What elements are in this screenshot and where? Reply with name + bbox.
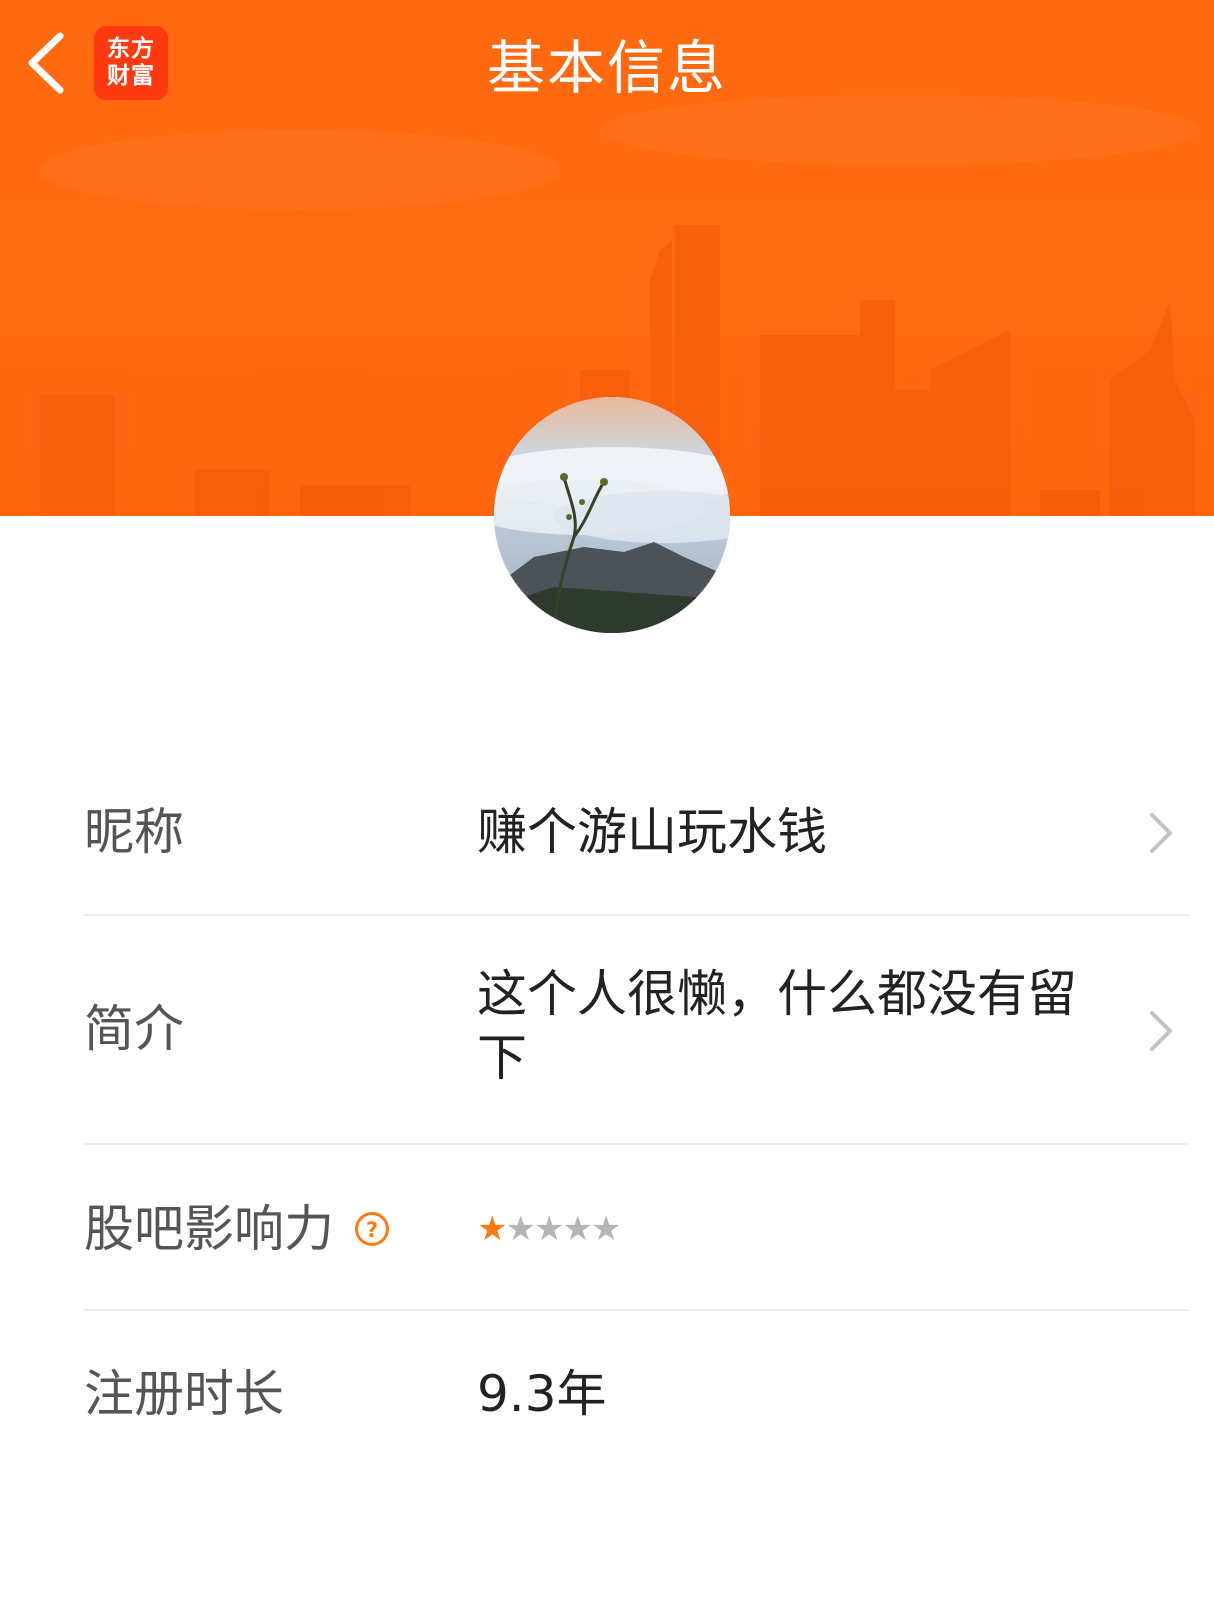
chevron-right-icon [1150, 813, 1172, 853]
divider [84, 914, 1190, 916]
influence-label-text: 股吧影响力 [84, 1200, 334, 1258]
divider [84, 1309, 1190, 1311]
nickname-row[interactable]: 昵称 赚个游山玩水钱 [84, 800, 1190, 870]
star-empty-icon: ★★★★ [505, 1209, 621, 1249]
registration-row: 注册时长 9.3年 [84, 1362, 1190, 1432]
registration-value: 9.3年 [477, 1365, 607, 1423]
svg-text:?: ? [366, 1218, 378, 1242]
bio-value: 这个人很懒，什么都没有留下 [477, 965, 1077, 1087]
divider [84, 1143, 1190, 1145]
influence-row: 股吧影响力 ? ★★★★★ [84, 1197, 1190, 1267]
registration-label: 注册时长 [84, 1365, 284, 1423]
bio-label: 简介 [84, 1000, 184, 1058]
influence-label: 股吧影响力 ? [84, 1197, 390, 1261]
nickname-label: 昵称 [84, 803, 184, 861]
question-circle-icon[interactable]: ? [354, 1211, 390, 1247]
page-title: 基本信息 [486, 34, 727, 102]
nickname-value: 赚个游山玩水钱 [477, 803, 827, 861]
avatar-image [494, 397, 730, 633]
avatar[interactable] [494, 397, 730, 633]
influence-rating: ★★★★★ [477, 1197, 621, 1261]
chevron-right-icon [1150, 1011, 1172, 1051]
bio-row[interactable]: 简介 这个人很懒，什么都没有留下 [84, 962, 1190, 1102]
star-filled-icon: ★ [477, 1209, 508, 1249]
